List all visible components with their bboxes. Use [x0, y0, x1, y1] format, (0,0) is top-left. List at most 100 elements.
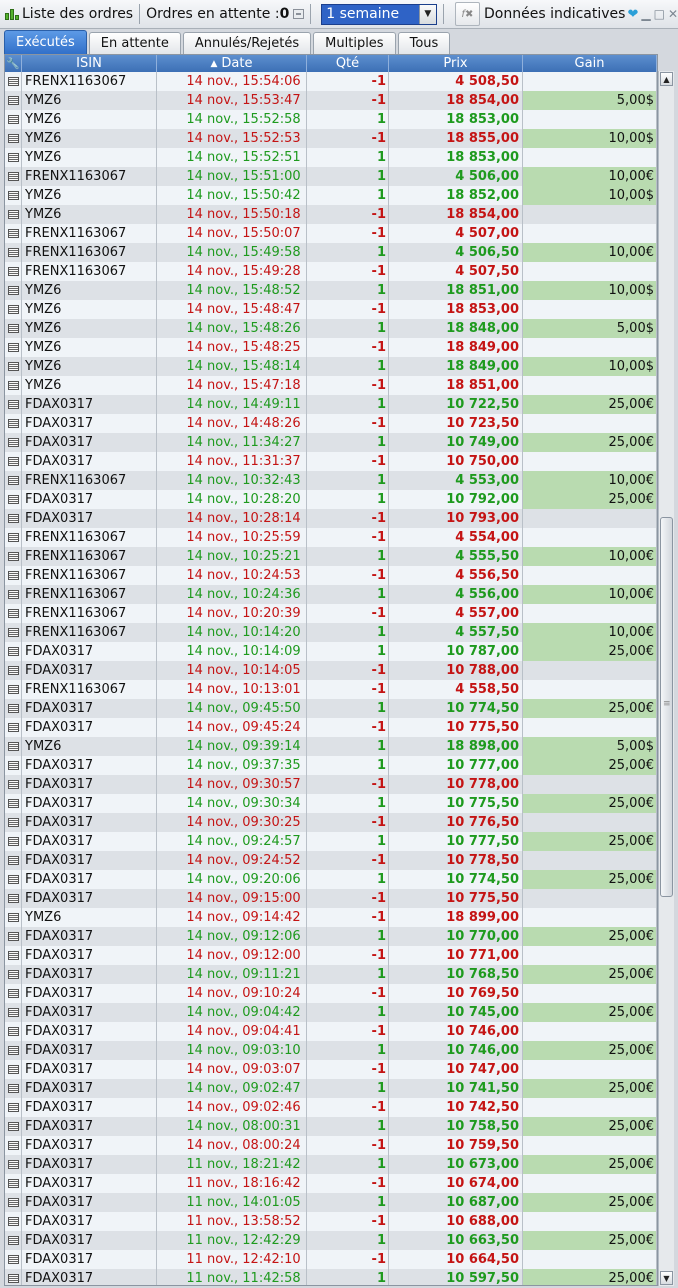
table-row[interactable]: FDAX0317 14 nov., 09:03:10 1 10 746,00 25,00…	[5, 1041, 657, 1060]
order-detail-icon[interactable]	[7, 1160, 19, 1169]
order-detail-icon[interactable]	[7, 362, 19, 371]
table-row[interactable]: FDAX0317 14 nov., 09:02:46 -1 10 742,50	[5, 1098, 657, 1117]
order-detail-icon[interactable]	[7, 628, 19, 637]
column-header-gain[interactable]: Gain	[523, 55, 657, 72]
order-detail-cell[interactable]	[5, 186, 22, 205]
order-detail-cell[interactable]	[5, 718, 22, 737]
order-detail-cell[interactable]	[5, 262, 22, 281]
order-detail-icon[interactable]	[7, 324, 19, 333]
order-detail-icon[interactable]	[7, 381, 19, 390]
tab-pending[interactable]: En attente	[88, 32, 181, 54]
table-row[interactable]: FDAX0317 14 nov., 09:24:52 -1 10 778,50	[5, 851, 657, 870]
table-row[interactable]: YMZ6 14 nov., 09:39:14 1 18 898,00 5,00$	[5, 737, 657, 756]
table-row[interactable]: FRENX1163067 14 nov., 15:49:58 1 4 506,50 10…	[5, 243, 657, 262]
order-detail-cell[interactable]	[5, 1231, 22, 1250]
table-row[interactable]: FDAX0317 14 nov., 09:37:35 1 10 777,00 25,00…	[5, 756, 657, 775]
table-row[interactable]: FRENX1163067 14 nov., 10:25:21 1 4 555,50 10…	[5, 547, 657, 566]
table-row[interactable]: FDAX0317 14 nov., 09:10:24 -1 10 769,50	[5, 984, 657, 1003]
table-row[interactable]: FRENX1163067 14 nov., 15:49:28 -1 4 507,50	[5, 262, 657, 281]
order-detail-cell[interactable]	[5, 547, 22, 566]
table-row[interactable]: FDAX0317 11 nov., 12:42:29 1 10 663,50 25,00…	[5, 1231, 657, 1250]
order-detail-icon[interactable]	[7, 761, 19, 770]
order-detail-icon[interactable]	[7, 780, 19, 789]
table-row[interactable]: FRENX1163067 14 nov., 10:24:36 1 4 556,00 10…	[5, 585, 657, 604]
order-detail-icon[interactable]	[7, 989, 19, 998]
vertical-scrollbar[interactable]: ▲ ▼	[658, 71, 674, 1286]
order-detail-cell[interactable]	[5, 224, 22, 243]
order-detail-icon[interactable]	[7, 742, 19, 751]
order-detail-icon[interactable]	[7, 438, 19, 447]
order-detail-icon[interactable]	[7, 1008, 19, 1017]
order-detail-cell[interactable]	[5, 281, 22, 300]
order-detail-cell[interactable]	[5, 1269, 22, 1285]
table-row[interactable]: FRENX1163067 14 nov., 10:14:20 1 4 557,50 10…	[5, 623, 657, 642]
order-detail-cell[interactable]	[5, 794, 22, 813]
order-detail-cell[interactable]	[5, 1041, 22, 1060]
column-header-isin[interactable]: ISIN	[22, 55, 157, 72]
order-detail-icon[interactable]	[7, 913, 19, 922]
table-row[interactable]: YMZ6 14 nov., 15:52:58 1 18 853,00	[5, 110, 657, 129]
column-settings[interactable]: 🔧	[5, 55, 22, 72]
order-detail-icon[interactable]	[7, 1027, 19, 1036]
order-detail-cell[interactable]	[5, 699, 22, 718]
minimize-icon[interactable]: ▁	[641, 7, 650, 21]
table-row[interactable]: YMZ6 14 nov., 15:48:47 -1 18 853,00	[5, 300, 657, 319]
order-detail-cell[interactable]	[5, 851, 22, 870]
table-row[interactable]: YMZ6 14 nov., 15:48:52 1 18 851,00 10,00$	[5, 281, 657, 300]
order-detail-cell[interactable]	[5, 984, 22, 1003]
order-detail-icon[interactable]	[7, 970, 19, 979]
table-row[interactable]: FDAX0317 14 nov., 09:15:00 -1 10 775,50	[5, 889, 657, 908]
scrollbar-thumb[interactable]	[660, 517, 673, 897]
order-detail-icon[interactable]	[7, 951, 19, 960]
order-detail-icon[interactable]	[7, 210, 19, 219]
order-detail-icon[interactable]	[7, 685, 19, 694]
order-detail-icon[interactable]	[7, 191, 19, 200]
order-detail-icon[interactable]	[7, 552, 19, 561]
order-detail-cell[interactable]	[5, 1117, 22, 1136]
order-detail-cell[interactable]	[5, 243, 22, 262]
order-detail-cell[interactable]	[5, 623, 22, 642]
order-detail-cell[interactable]	[5, 148, 22, 167]
order-detail-icon[interactable]	[7, 495, 19, 504]
table-row[interactable]: FRENX1163067 14 nov., 10:24:53 -1 4 556,50	[5, 566, 657, 585]
order-detail-icon[interactable]	[7, 305, 19, 314]
order-detail-icon[interactable]	[7, 856, 19, 865]
table-row[interactable]: YMZ6 14 nov., 15:52:53 -1 18 855,00 10,00$	[5, 129, 657, 148]
table-row[interactable]: FDAX0317 14 nov., 09:11:21 1 10 768,50 25,00…	[5, 965, 657, 984]
table-row[interactable]: FDAX0317 14 nov., 11:31:37 -1 10 750,00	[5, 452, 657, 471]
table-row[interactable]: YMZ6 14 nov., 15:50:18 -1 18 854,00	[5, 205, 657, 224]
column-header-date[interactable]: ▲ Date	[157, 55, 307, 72]
order-detail-cell[interactable]	[5, 604, 22, 623]
order-detail-icon[interactable]	[7, 571, 19, 580]
order-detail-cell[interactable]	[5, 1193, 22, 1212]
table-row[interactable]: YMZ6 14 nov., 09:14:42 -1 18 899,00	[5, 908, 657, 927]
order-detail-icon[interactable]	[7, 115, 19, 124]
order-detail-cell[interactable]	[5, 737, 22, 756]
order-detail-icon[interactable]	[7, 476, 19, 485]
table-row[interactable]: FDAX0317 14 nov., 09:12:00 -1 10 771,00	[5, 946, 657, 965]
order-detail-icon[interactable]	[7, 799, 19, 808]
order-detail-icon[interactable]	[7, 932, 19, 941]
filter-icon[interactable]: f ✖	[454, 2, 480, 26]
order-detail-cell[interactable]	[5, 908, 22, 927]
order-detail-cell[interactable]	[5, 1098, 22, 1117]
scroll-down-icon[interactable]: ▼	[660, 1271, 673, 1285]
order-detail-cell[interactable]	[5, 452, 22, 471]
table-row[interactable]: FRENX1163067 14 nov., 10:13:01 -1 4 558,50	[5, 680, 657, 699]
order-detail-cell[interactable]	[5, 110, 22, 129]
order-detail-cell[interactable]	[5, 1136, 22, 1155]
table-row[interactable]: FDAX0317 14 nov., 09:45:50 1 10 774,50 25,00…	[5, 699, 657, 718]
order-detail-icon[interactable]	[7, 153, 19, 162]
tab-executed[interactable]: Exécutés	[4, 30, 87, 54]
order-detail-cell[interactable]	[5, 528, 22, 547]
order-detail-cell[interactable]	[5, 1079, 22, 1098]
order-detail-cell[interactable]	[5, 414, 22, 433]
order-detail-cell[interactable]	[5, 490, 22, 509]
order-detail-cell[interactable]	[5, 1174, 22, 1193]
order-detail-cell[interactable]	[5, 129, 22, 148]
order-detail-icon[interactable]	[7, 457, 19, 466]
table-row[interactable]: FDAX0317 14 nov., 10:28:14 -1 10 793,00	[5, 509, 657, 528]
order-detail-icon[interactable]	[7, 229, 19, 238]
order-detail-icon[interactable]	[7, 837, 19, 846]
table-row[interactable]: FDAX0317 14 nov., 09:30:34 1 10 775,50 25,00…	[5, 794, 657, 813]
